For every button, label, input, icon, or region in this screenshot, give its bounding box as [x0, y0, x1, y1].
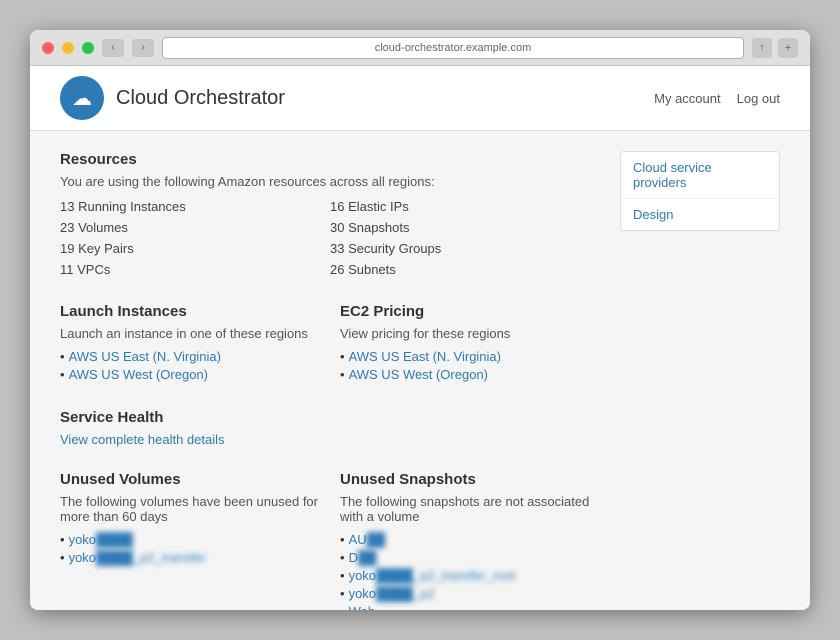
resources-grid: 13 Running Instances 16 Elastic IPs 23 V… [60, 197, 600, 279]
resources-title: Resources [60, 151, 600, 168]
list-item: AWS US East (N. Virginia) [340, 349, 600, 364]
snapshot-item-1[interactable]: D██ [349, 550, 377, 565]
unused-snapshots-section: Unused Snapshots The following snapshots… [340, 471, 600, 610]
launch-instances-section: Launch Instances Launch an instance in o… [60, 303, 320, 385]
unused-snapshots-list: AU██ D██ yoko████_p2_transfer_root yoko█… [340, 532, 600, 610]
unused-volumes-section: Unused Volumes The following volumes hav… [60, 471, 320, 610]
list-item: AWS US West (Oregon) [60, 367, 320, 382]
main-content: Resources You are using the following Am… [60, 151, 600, 610]
browser-titlebar: ‹ › cloud-orchestrator.example.com ↑ + [30, 30, 810, 66]
resource-snapshots: 30 Snapshots [330, 218, 600, 237]
ec2-west-link[interactable]: AWS US West (Oregon) [349, 367, 488, 382]
resource-running-instances: 13 Running Instances [60, 197, 330, 216]
launch-title: Launch Instances [60, 303, 320, 320]
sidebar-item-cloud-service-providers[interactable]: Cloud service providers [621, 152, 779, 199]
unused-volumes-list: yoko████ yoko████_p2_transfer [60, 532, 320, 565]
unused-row: Unused Volumes The following volumes hav… [60, 471, 600, 610]
address-text: cloud-orchestrator.example.com [375, 42, 532, 54]
my-account-link[interactable]: My account [654, 91, 720, 106]
close-button[interactable] [42, 42, 54, 54]
sidebar-panel: Cloud service providers Design [620, 151, 780, 231]
app-title: Cloud Orchestrator [116, 87, 285, 110]
list-item: AU██ [340, 532, 600, 547]
browser-window: ‹ › cloud-orchestrator.example.com ↑ + ☁… [30, 30, 810, 610]
snapshot-item-2[interactable]: yoko████_p2_transfer_root [349, 568, 516, 583]
launch-west-link[interactable]: AWS US West (Oregon) [69, 367, 208, 382]
resources-section: Resources You are using the following Am… [60, 151, 600, 279]
ec2-subtitle: View pricing for these regions [340, 326, 600, 341]
browser-content: ☁ Cloud Orchestrator My account Log out … [30, 66, 810, 610]
volume-item-1[interactable]: yoko████_p2_transfer [69, 550, 206, 565]
unused-snapshots-title: Unused Snapshots [340, 471, 600, 488]
list-item: AWS US East (N. Virginia) [60, 349, 320, 364]
volume-item-0[interactable]: yoko████ [69, 532, 133, 547]
app-logo: ☁ Cloud Orchestrator [60, 76, 285, 120]
resource-key-pairs: 19 Key Pairs [60, 239, 330, 258]
cloud-service-providers-link[interactable]: Cloud service providers [633, 160, 712, 190]
sidebar-item-design[interactable]: Design [621, 199, 779, 230]
design-link[interactable]: Design [633, 207, 673, 222]
forward-button[interactable]: › [132, 39, 154, 57]
unused-volumes-title: Unused Volumes [60, 471, 320, 488]
main-layout: Resources You are using the following Am… [30, 131, 810, 610]
resource-subnets: 26 Subnets [330, 260, 600, 279]
resources-subtitle: You are using the following Amazon resou… [60, 174, 600, 189]
ec2-east-link[interactable]: AWS US East (N. Virginia) [349, 349, 501, 364]
launch-east-link[interactable]: AWS US East (N. Virginia) [69, 349, 221, 364]
resource-volumes: 23 Volumes [60, 218, 330, 237]
new-tab-icon[interactable]: + [778, 38, 798, 58]
snapshot-item-3[interactable]: yoko████_p2 [349, 586, 435, 601]
snapshot-item-0[interactable]: AU██ [349, 532, 385, 547]
header-nav: My account Log out [654, 91, 780, 106]
launch-links: AWS US East (N. Virginia) AWS US West (O… [60, 349, 320, 382]
maximize-button[interactable] [82, 42, 94, 54]
resource-elastic-ips: 16 Elastic IPs [330, 197, 600, 216]
ec2-title: EC2 Pricing [340, 303, 600, 320]
list-item: yoko████_p2_transfer_root [340, 568, 600, 583]
address-bar[interactable]: cloud-orchestrator.example.com [162, 37, 744, 59]
list-item: AWS US West (Oregon) [340, 367, 600, 382]
log-out-link[interactable]: Log out [737, 91, 780, 106]
minimize-button[interactable] [62, 42, 74, 54]
resource-vpcs: 11 VPCs [60, 260, 330, 279]
unused-volumes-subtitle: The following volumes have been unused f… [60, 494, 320, 524]
toolbar-icons: ↑ + [752, 38, 798, 58]
back-button[interactable]: ‹ [102, 39, 124, 57]
share-icon[interactable]: ↑ [752, 38, 772, 58]
app-header: ☁ Cloud Orchestrator My account Log out [30, 66, 810, 131]
unused-snapshots-subtitle: The following snapshots are not associat… [340, 494, 600, 524]
snapshot-item-4[interactable]: Web [349, 604, 376, 610]
resource-security-groups: 33 Security Groups [330, 239, 600, 258]
logo-icon: ☁ [60, 76, 104, 120]
list-item: Web [340, 604, 600, 610]
launch-ec2-row: Launch Instances Launch an instance in o… [60, 303, 600, 409]
service-health-title: Service Health [60, 409, 600, 426]
service-health-section: Service Health View complete health deta… [60, 409, 600, 447]
ec2-links: AWS US East (N. Virginia) AWS US West (O… [340, 349, 600, 382]
ec2-pricing-section: EC2 Pricing View pricing for these regio… [340, 303, 600, 385]
cloud-icon: ☁ [72, 86, 92, 111]
launch-subtitle: Launch an instance in one of these regio… [60, 326, 320, 341]
list-item: D██ [340, 550, 600, 565]
health-details-link[interactable]: View complete health details [60, 432, 225, 447]
list-item: yoko████ [60, 532, 320, 547]
list-item: yoko████_p2 [340, 586, 600, 601]
sidebar: Cloud service providers Design [620, 151, 780, 610]
list-item: yoko████_p2_transfer [60, 550, 320, 565]
